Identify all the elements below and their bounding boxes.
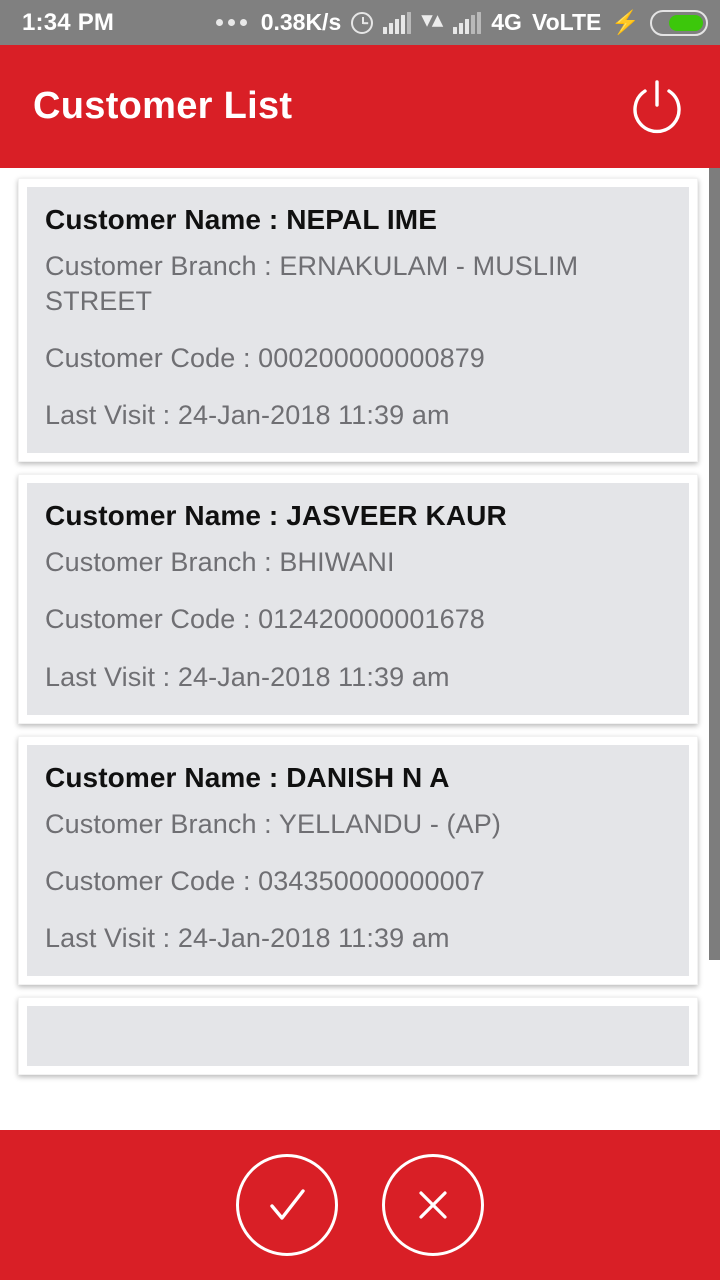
- customer-last-visit: Last Visit : 24-Jan-2018 11:39 am: [45, 922, 450, 953]
- app-bar: Customer List: [0, 45, 720, 168]
- customer-list[interactable]: Customer Name : NEPAL IME Customer Branc…: [0, 168, 720, 1130]
- signal-bars-icon-sim2: [453, 11, 482, 34]
- customer-name: Customer Name : JASVEER KAUR: [45, 500, 507, 532]
- network-speed-label: 0.38K/s: [260, 9, 342, 35]
- overflow-dots-icon: [215, 19, 247, 26]
- list-item[interactable]: Customer Name : DANISH N A Customer Bran…: [18, 735, 698, 985]
- customer-code: Customer Code : 000200000000879: [45, 343, 485, 374]
- network-type-label: 4G: [491, 9, 522, 35]
- customer-card-body: Customer Name : NEPAL IME Customer Branc…: [27, 187, 689, 454]
- customer-branch: Customer Branch : BHIWANI: [45, 547, 395, 578]
- bottom-action-bar: [0, 1130, 720, 1280]
- customer-card-body: Customer Name : JASVEER KAUR Customer Br…: [27, 483, 689, 715]
- list-item-partial[interactable]: [18, 996, 698, 1075]
- list-item[interactable]: Customer Name : JASVEER KAUR Customer Br…: [18, 474, 698, 724]
- page-title: Customer List: [33, 85, 293, 127]
- status-clock: 1:34 PM: [22, 8, 115, 36]
- data-transfer-arrows-icon: ▾ ▴: [421, 6, 444, 32]
- customer-card-body: [27, 1005, 689, 1066]
- customer-last-visit: Last Visit : 24-Jan-2018 11:39 am: [45, 400, 450, 431]
- battery-icon: [650, 9, 708, 36]
- vertical-scrollbar[interactable]: [709, 168, 720, 960]
- alarm-clock-icon: [351, 11, 374, 34]
- volte-label: VoLTE: [531, 9, 602, 35]
- status-bar: 1:34 PM 0.38K/s ▾ ▴ 4G VoLTE ⚡: [0, 0, 720, 45]
- cancel-button[interactable]: [382, 1154, 484, 1256]
- customer-branch: Customer Branch : ERNAKULAM - MUSLIM STR…: [45, 251, 579, 317]
- power-icon[interactable]: [622, 72, 692, 142]
- customer-code: Customer Code : 034350000000007: [45, 865, 485, 896]
- customer-last-visit: Last Visit : 24-Jan-2018 11:39 am: [45, 661, 450, 692]
- status-bar-icons: 0.38K/s ▾ ▴ 4G VoLTE ⚡: [215, 6, 708, 36]
- customer-name: Customer Name : NEPAL IME: [45, 204, 437, 235]
- lightning-bolt-icon: ⚡: [611, 9, 640, 35]
- customer-name: Customer Name : DANISH N A: [45, 761, 450, 793]
- customer-branch: Customer Branch : YELLANDU - (AP): [45, 808, 501, 839]
- customer-card-body: Customer Name : DANISH N A Customer Bran…: [27, 744, 689, 976]
- confirm-button[interactable]: [236, 1154, 338, 1256]
- signal-bars-icon: [383, 11, 412, 34]
- customer-code: Customer Code : 012420000001678: [45, 604, 485, 635]
- list-item[interactable]: Customer Name : NEPAL IME Customer Branc…: [18, 178, 698, 463]
